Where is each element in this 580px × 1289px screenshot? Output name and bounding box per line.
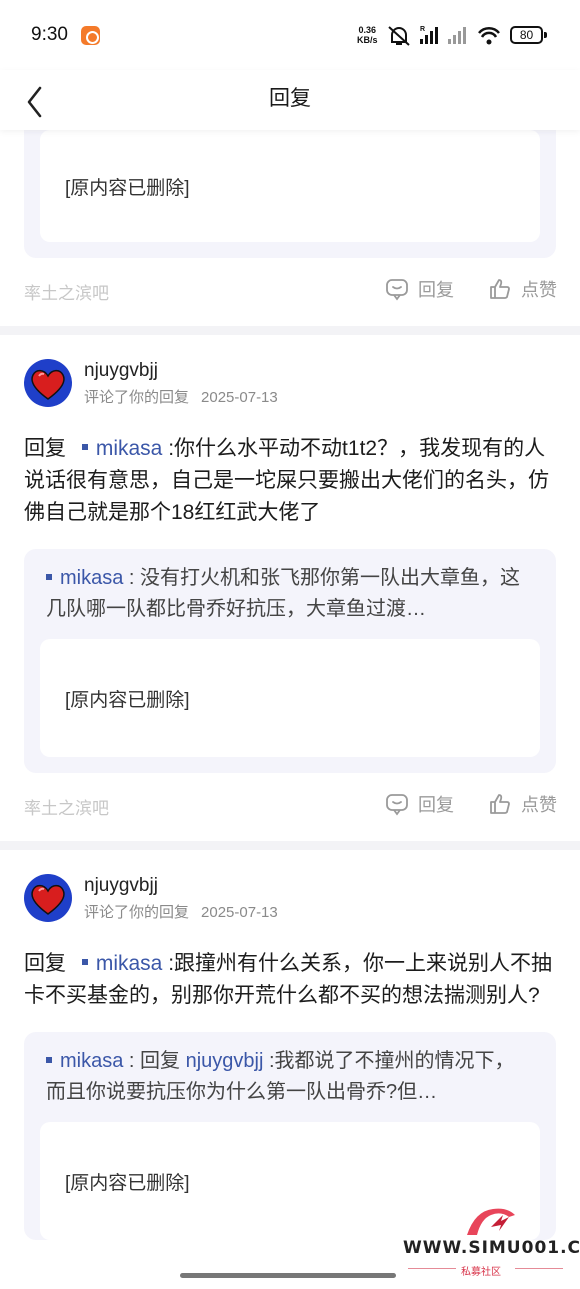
thumbs-up-icon xyxy=(490,794,510,814)
reply-label: 回复 xyxy=(418,280,454,300)
divider xyxy=(0,841,580,850)
comment-meta: 评论了你的回复 2025-07-13 xyxy=(84,386,278,407)
quoted-reply[interactable]: [原内容已删除] xyxy=(24,130,556,258)
quote-dot xyxy=(46,573,52,580)
nav-bar: 回复 xyxy=(0,70,580,130)
reply-button[interactable]: 回复 xyxy=(385,276,454,302)
watermark: WWW.SIMU001.CN 私募社区 xyxy=(403,1205,580,1289)
battery-icon: 80 xyxy=(510,26,547,44)
watermark-logo-icon xyxy=(467,1208,515,1235)
watermark-rule-right xyxy=(515,1268,563,1269)
signal-weak-icon xyxy=(448,27,466,44)
deleted-content-box: [原内容已删除] xyxy=(40,130,540,242)
mention-user[interactable]: mikasa xyxy=(96,437,163,460)
quote-dot xyxy=(46,1056,52,1063)
action-text: 评论了你的回复 xyxy=(84,904,190,921)
action-row: 率土之滨吧 回复 点赞 xyxy=(0,258,580,326)
divider xyxy=(0,326,580,335)
mention-dot xyxy=(81,444,88,451)
comment-date: 2025-07-13 xyxy=(201,904,278,921)
notification-feed: [原内容已删除] 率土之滨吧 回复 点赞 njuygvbjj 评论了你的回复 2… xyxy=(0,130,580,1240)
quoted-user-2[interactable]: njuygvbjj xyxy=(186,1050,264,1072)
reply-button[interactable]: 回复 xyxy=(385,791,454,817)
watermark-text: WWW.SIMU001.CN xyxy=(403,1238,580,1258)
deleted-content-box: [原内容已删除] xyxy=(40,639,540,757)
reply-card[interactable]: njuygvbjj 评论了你的回复 2025-07-13 回复 mikasa :跟… xyxy=(0,850,580,1240)
reply-prefix: 回复 xyxy=(24,437,66,460)
quoted-reply[interactable]: mikasa : 没有打火机和张飞那你第一队出大章鱼，这几队哪一队都比骨乔好抗压… xyxy=(24,549,556,773)
wifi-icon xyxy=(478,27,500,45)
comment-icon xyxy=(386,279,408,301)
comment-meta: 评论了你的回复 2025-07-13 xyxy=(84,901,278,922)
status-icons: R xyxy=(388,26,500,46)
quoted-user[interactable]: mikasa xyxy=(60,1050,123,1072)
comment-body[interactable]: 回复 mikasa :你什么水平动不动t1t2？，我发现有的人说话很有意思，自己… xyxy=(24,433,556,529)
page-title: 回复 xyxy=(269,87,311,110)
reply-label: 回复 xyxy=(418,795,454,815)
action-row: 率土之滨吧 回复 点赞 xyxy=(0,773,580,841)
network-speed: 0.36 KB/s xyxy=(357,25,378,45)
quoted-mid: : 回复 xyxy=(123,1050,186,1072)
reply-card[interactable]: [原内容已删除] 率土之滨吧 回复 点赞 xyxy=(0,130,580,326)
username[interactable]: njuygvbjj xyxy=(84,360,158,382)
reply-card[interactable]: njuygvbjj 评论了你的回复 2025-07-13 回复 mikasa :你… xyxy=(0,335,580,841)
like-label: 点赞 xyxy=(521,795,557,815)
reply-prefix: 回复 xyxy=(24,952,66,975)
card-header: njuygvbjj 评论了你的回复 2025-07-13 xyxy=(24,874,580,928)
deleted-label: [原内容已删除] xyxy=(65,689,190,711)
action-text: 评论了你的回复 xyxy=(84,389,190,406)
status-bar: 9:30 0.36 KB/s R 80 xyxy=(0,0,580,70)
comment-icon xyxy=(386,794,408,816)
deleted-label: [原内容已删除] xyxy=(65,1172,190,1194)
watermark-subtitle: 私募社区 xyxy=(461,1267,501,1278)
avatar[interactable] xyxy=(24,359,72,407)
mute-bell-icon xyxy=(388,26,410,46)
signal-icon: R xyxy=(420,26,438,44)
mention-user[interactable]: mikasa xyxy=(96,952,163,975)
username[interactable]: njuygvbjj xyxy=(84,875,158,897)
like-label: 点赞 xyxy=(521,280,557,300)
like-button[interactable]: 点赞 xyxy=(488,791,557,817)
deleted-label: [原内容已删除] xyxy=(65,177,190,199)
like-button[interactable]: 点赞 xyxy=(488,276,557,302)
app-badge-icon xyxy=(81,26,100,45)
forum-name[interactable]: 率土之滨吧 xyxy=(24,794,109,819)
card-header: njuygvbjj 评论了你的回复 2025-07-13 xyxy=(24,359,580,413)
home-indicator[interactable] xyxy=(180,1273,396,1278)
heart-icon xyxy=(31,369,65,400)
thumbs-up-icon xyxy=(490,279,510,299)
svg-text:R: R xyxy=(420,26,425,33)
forum-name[interactable]: 率土之滨吧 xyxy=(24,279,109,304)
avatar[interactable] xyxy=(24,874,72,922)
comment-date: 2025-07-13 xyxy=(201,389,278,406)
network-speed-value: 0.36 xyxy=(358,25,377,35)
quoted-text: mikasa : 回复 njuygvbjj :我都说了不撞州的情况下，而且你说要… xyxy=(40,1046,540,1108)
status-time: 9:30 xyxy=(31,24,68,45)
quoted-user[interactable]: mikasa xyxy=(60,567,123,589)
comment-body[interactable]: 回复 mikasa :跟撞州有什么关系，你一上来说别人不抽卡不买基金的，别那你开… xyxy=(24,948,556,1012)
heart-icon xyxy=(31,884,65,915)
quoted-text: mikasa : 没有打火机和张飞那你第一队出大章鱼，这几队哪一队都比骨乔好抗压… xyxy=(40,563,540,625)
mention-dot xyxy=(81,959,88,966)
network-speed-unit: KB/s xyxy=(357,35,378,45)
watermark-rule-left xyxy=(408,1268,456,1269)
